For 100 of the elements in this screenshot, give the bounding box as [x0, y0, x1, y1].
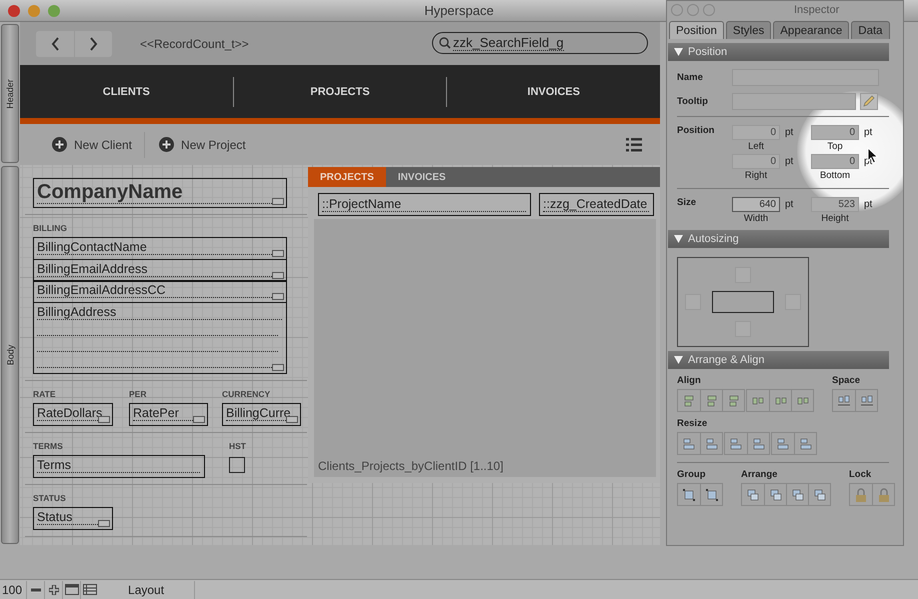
field[interactable]: RateDollars [33, 402, 113, 426]
distribute-icon [837, 394, 851, 408]
chevron-right-icon [89, 36, 98, 50]
window-title: Hyperspace [423, 3, 495, 18]
field-label: Tooltip [677, 96, 709, 106]
unit-label: pt [864, 127, 872, 138]
inspector-tab[interactable]: Position [669, 21, 724, 39]
align-icon [682, 394, 696, 408]
inspector-tab[interactable]: Styles [726, 21, 772, 39]
unit-label: pt [785, 156, 794, 167]
nav-tab[interactable]: PROJECTS [232, 76, 446, 106]
inspector-tab[interactable]: Appearance [773, 21, 850, 39]
group-label: Arrange [741, 469, 778, 480]
resize-icon [704, 436, 718, 450]
field[interactable]: CompanyName [33, 178, 287, 208]
group-label: Align [677, 375, 702, 386]
field-label: Size [677, 197, 698, 210]
align-icon [726, 394, 740, 408]
field-caption: Width [742, 213, 770, 224]
portal-tab[interactable]: PROJECTS [308, 167, 386, 187]
field-handle-icon [193, 416, 205, 422]
portal-tab[interactable]: INVOICES [386, 167, 458, 187]
window-icon [64, 584, 79, 595]
field-handle-icon [272, 293, 284, 300]
search-field[interactable]: zzk_SearchField_g [432, 32, 648, 54]
close-button[interactable] [671, 4, 683, 16]
resize-icon [682, 436, 696, 450]
field[interactable]: BillingEmailAddressCC [33, 280, 287, 303]
layers-icon [768, 488, 782, 502]
group-icon [682, 488, 696, 502]
field[interactable]: ::zzg_CreatedDate [539, 193, 654, 216]
field[interactable]: RatePer [129, 402, 208, 426]
field-label: TERMS [33, 440, 64, 450]
unit-label: pt [864, 199, 872, 210]
part-label[interactable]: Body [1, 166, 19, 544]
zoom-button[interactable] [703, 4, 715, 16]
layers-icon [812, 488, 826, 502]
field-label: STATUS [33, 492, 67, 502]
field-handle-icon [272, 272, 284, 278]
minimize-button[interactable] [687, 4, 699, 16]
edit-button[interactable] [860, 92, 878, 110]
padlock-icon [855, 488, 867, 502]
field-handle-icon [272, 364, 284, 370]
resize-icon [752, 436, 766, 450]
mode-label: Layout [128, 580, 196, 598]
group-label: Resize [677, 418, 708, 429]
plus-circle-icon [159, 137, 174, 152]
object-preview [712, 291, 774, 313]
formatting-bar-button[interactable] [80, 580, 98, 598]
field-caption: Bottom [818, 170, 852, 181]
layers-icon [790, 488, 804, 502]
panel-icon [82, 584, 97, 595]
field[interactable]: ::ProjectName [318, 193, 531, 216]
field[interactable]: Terms [33, 454, 205, 478]
checkbox[interactable] [229, 456, 245, 472]
section-header[interactable]: Autosizing [668, 230, 889, 248]
close-button[interactable] [8, 4, 20, 16]
add-button[interactable]: New Client [52, 137, 132, 152]
field-caption: Right [744, 170, 768, 181]
disclosure-triangle-icon [674, 48, 683, 56]
search-icon [439, 37, 451, 49]
layers-icon [746, 488, 760, 502]
zoom-level: 100 [1, 582, 24, 596]
section-header[interactable]: Arrange & Align [668, 351, 889, 369]
align-icon [704, 394, 718, 408]
resize-icon [798, 436, 812, 450]
field[interactable]: Status [33, 506, 113, 530]
disclosure-triangle-icon [674, 356, 683, 364]
list-icon[interactable] [626, 138, 642, 152]
resize-icon [729, 436, 743, 450]
chevron-left-icon [50, 36, 60, 50]
nav-tab[interactable]: INVOICES [446, 76, 660, 106]
add-button[interactable]: New Project [159, 137, 246, 152]
field[interactable]: BillingAddress [33, 302, 287, 374]
field-label: Position [677, 125, 716, 138]
field[interactable]: BillingCurre [222, 402, 301, 426]
tooltip-field[interactable] [732, 92, 856, 110]
section-header[interactable]: Position [668, 43, 889, 61]
field-label: Name [677, 72, 704, 82]
group-icon [704, 488, 718, 502]
toolbar-toggle-button[interactable] [62, 580, 80, 598]
group-label: Space [832, 375, 861, 386]
part-label[interactable]: Header [1, 24, 19, 163]
record-count: <<RecordCount_t>> [140, 36, 249, 50]
number-field[interactable]: 640 [732, 197, 780, 212]
pencil-icon [863, 95, 875, 107]
unit-label: pt [785, 127, 794, 138]
resize-icon [776, 436, 790, 450]
field[interactable]: BillingContactName [33, 237, 287, 260]
field[interactable]: BillingEmailAddress [33, 258, 287, 282]
disclosure-triangle-icon [674, 235, 683, 243]
portal-caption: Clients_Projects_byClientID [1..10] [318, 459, 504, 473]
field-handle-icon [98, 520, 110, 526]
inspector-tab[interactable]: Data [851, 21, 890, 39]
zoom-button[interactable] [48, 4, 60, 16]
nav-tab[interactable]: CLIENTS [20, 76, 233, 106]
distribute-icon [860, 394, 874, 408]
minimize-button[interactable] [28, 4, 40, 16]
plus-circle-icon [52, 137, 67, 152]
group-label: Group [677, 469, 706, 480]
